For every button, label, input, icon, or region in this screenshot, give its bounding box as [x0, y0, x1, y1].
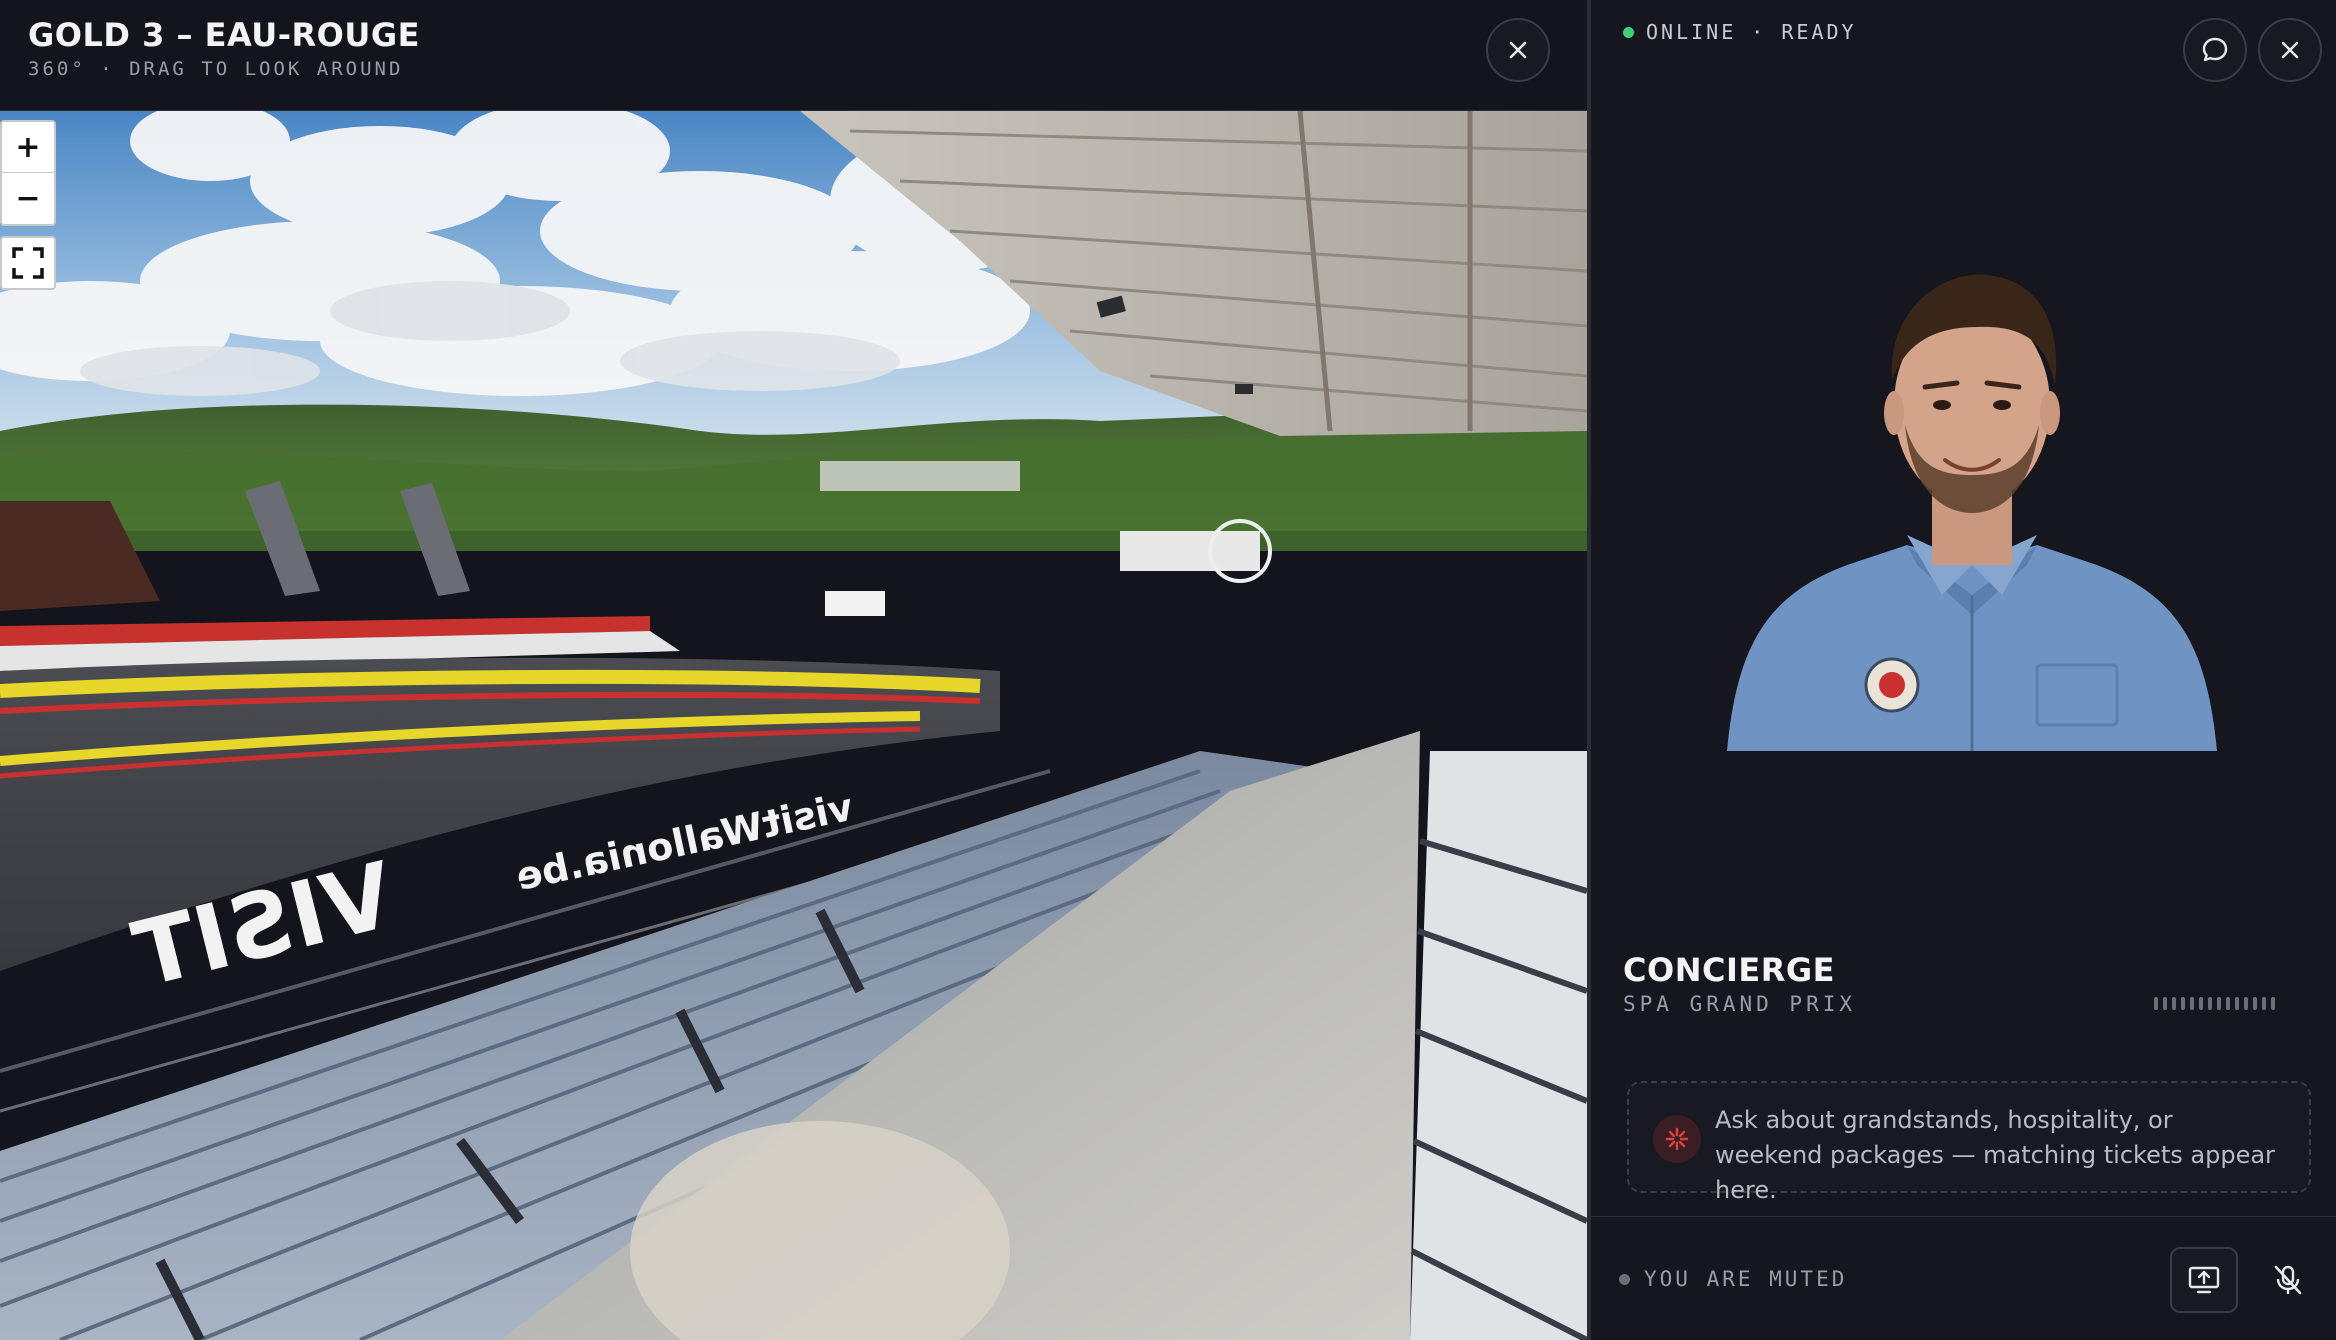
mute-status-text: YOU ARE MUTED [1644, 1267, 1848, 1291]
concierge-avatar [1727, 274, 2217, 751]
panorama-viewer: GOLD 3 – EAU-ROUGE 360° · DRAG TO LOOK A… [0, 0, 1587, 1340]
viewer-subtitle: 360° · DRAG TO LOOK AROUND [28, 58, 404, 80]
panorama-canvas[interactable]: VISIT visitWallonia.be [0, 111, 1587, 1340]
mute-status: YOU ARE MUTED [1619, 1267, 1847, 1291]
zoom-control: + − [0, 120, 56, 226]
panorama-image[interactable]: VISIT visitWallonia.be [0, 111, 1587, 1340]
panel-close-button[interactable] [2258, 18, 2322, 82]
chat-button[interactable] [2183, 18, 2247, 82]
online-indicator [1623, 26, 1634, 38]
mic-off-icon [2274, 1265, 2302, 1295]
chat-icon [2202, 37, 2228, 62]
status-text: ONLINE · READY [1646, 20, 1857, 44]
close-icon [2281, 41, 2299, 59]
ticket-hint-card: Ask about grandstands, hospitality, or w… [1627, 1081, 2311, 1204]
spark-icon [1653, 1115, 1701, 1163]
viewer-close-button[interactable] [1486, 18, 1550, 82]
fullscreen-button[interactable] [0, 236, 56, 290]
mute-indicator [1619, 1273, 1630, 1285]
hint-text: Ask about grandstands, hospitality, or w… [1715, 1106, 2275, 1204]
close-icon [1509, 41, 1527, 59]
viewer-header: GOLD 3 – EAU-ROUGE 360° · DRAG TO LOOK A… [0, 0, 1587, 111]
concierge-panel: ONLINE · READY CONCIERGE SPA GRAND PRIX … [1591, 0, 2336, 1340]
screen-share-icon [2188, 1266, 2220, 1294]
agent-name: CONCIERGE [1623, 951, 1835, 989]
zoom-out-button[interactable]: − [2, 173, 54, 224]
viewer-title: GOLD 3 – EAU-ROUGE [28, 16, 420, 54]
app-root: GOLD 3 – EAU-ROUGE 360° · DRAG TO LOOK A… [0, 0, 2336, 1340]
microphone-toggle-button[interactable] [2259, 1247, 2317, 1313]
screen-share-button[interactable] [2170, 1247, 2238, 1313]
audio-waveform [2154, 997, 2275, 1010]
agent-subtitle: SPA GRAND PRIX [1623, 992, 1857, 1016]
call-footer: YOU ARE MUTED [1591, 1216, 2336, 1340]
connection-status: ONLINE · READY [1623, 20, 1857, 44]
zoom-in-button[interactable]: + [2, 122, 54, 173]
fullscreen-icon [12, 247, 44, 279]
